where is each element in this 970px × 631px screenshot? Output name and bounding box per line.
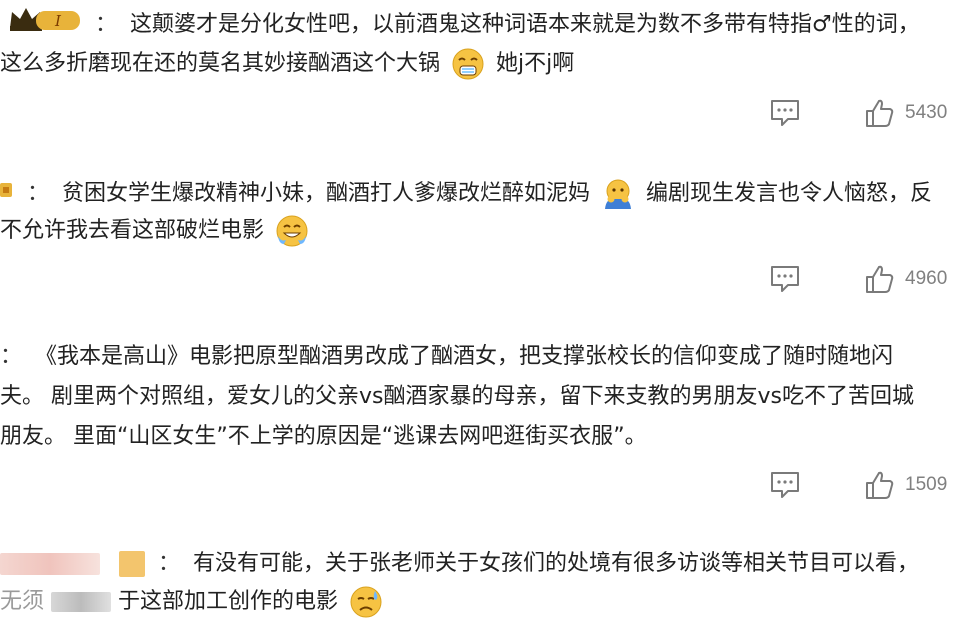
comment-text: 于这部加工创作的电影 — [118, 589, 339, 614]
like-button[interactable]: 4960 — [864, 264, 964, 298]
comment-text: 有没有可能，关于张老师关于女孩们的处境有很多访谈等相关节目可以看， — [193, 551, 920, 576]
comment-2-line-2: 不允许我去看这部破烂电影 — [0, 213, 313, 249]
reply-button[interactable] — [768, 98, 802, 128]
user-badge-crown[interactable]: I — [0, 4, 82, 46]
separator-colon: ： — [158, 551, 181, 576]
comment-3-line-1: ： 《我本是高山》电影把原型酗酒男改成了酗酒女，把支撑张校长的信仰变成了随时随地… — [0, 339, 893, 375]
like-count: 5430 — [905, 102, 948, 123]
comment-text: 不允许我去看这部破烂电影 — [0, 218, 265, 243]
comment-1-line-2: 这么多折磨现在还的莫名其妙接酗酒这个大锅 她j不j啊 — [0, 46, 574, 82]
user-avatar-fragment[interactable] — [119, 551, 145, 577]
comment-1-line-1: I ： 这颠婆才是分化女性吧，以前酒鬼这种词语本来就是为数不多带有特指♂性的词， — [0, 4, 920, 46]
redacted-username[interactable] — [0, 553, 100, 575]
comment-4-line-1: ： 有没有可能，关于张老师关于女孩们的处境有很多访谈等相关节目可以看， — [0, 546, 919, 582]
comment-text: 朋友。 里面“山区女生”不上学的原因是“逃课去网吧逛街买衣服”。 — [0, 424, 647, 449]
comment-text: 这么多折磨现在还的莫名其妙接酗酒这个大锅 — [0, 51, 441, 76]
comment-text: 夫。 剧里两个对照组，爱女儿的父亲vs酗酒家暴的母亲，留下来支教的男朋友vs吃不… — [0, 384, 914, 409]
thumbs-up-icon — [866, 99, 894, 127]
comment-text-tail: 她j不j啊 — [496, 51, 575, 76]
comment-3-line-3: 朋友。 里面“山区女生”不上学的原因是“逃课去网吧逛街买衣服”。 — [0, 419, 647, 455]
comment-text: 《我本是高山》电影把原型酗酒男改成了酗酒女，把支撑张校长的信仰变成了随时随地闪 — [35, 344, 894, 369]
sad-sweat-emoji-icon — [349, 585, 383, 619]
comment-1-actions: 5430 — [0, 98, 970, 132]
thumbs-up-icon — [866, 265, 894, 293]
sweat-smile-emoji-icon — [275, 214, 309, 248]
smirk-emoji-icon — [451, 47, 485, 81]
comment-2-line-1: ： 贫困女学生爆改精神小妹，酗酒打人爹爆改烂醉如泥妈 编剧现生发言也令人恼怒，反 — [0, 173, 932, 215]
redacted-text — [51, 592, 112, 612]
separator-colon: ： — [0, 344, 23, 369]
comment-bubble-icon — [771, 100, 799, 126]
comment-text-prefix: 无须 — [0, 589, 45, 614]
user-avatar-fragment[interactable] — [0, 173, 14, 215]
comment-bubble-icon — [771, 472, 799, 498]
comment-bubble-icon — [771, 266, 799, 292]
comment-3-line-2: 夫。 剧里两个对照组，爱女儿的父亲vs酗酒家暴的母亲，留下来支教的男朋友vs吃不… — [0, 379, 914, 415]
svg-text:I: I — [54, 12, 62, 30]
comment-2-actions: 4960 — [0, 264, 970, 298]
comment-text: 这颠婆才是分化女性吧，以前酒鬼这种词语本来就是为数不多带有特指♂性的词， — [130, 12, 920, 37]
like-count: 4960 — [905, 268, 948, 289]
reply-button[interactable] — [768, 264, 802, 294]
like-button[interactable]: 1509 — [864, 470, 964, 504]
facepalm-emoji-icon — [601, 177, 635, 211]
comment-text-tail: 编剧现生发言也令人恼怒，反 — [646, 181, 933, 206]
comment-3-actions: 1509 — [0, 470, 970, 504]
like-count: 1509 — [905, 474, 948, 495]
comment-text: 贫困女学生爆改精神小妹，酗酒打人爹爆改烂醉如泥妈 — [62, 181, 591, 206]
separator-colon: ： — [27, 181, 50, 206]
thumbs-up-icon — [866, 471, 894, 499]
reply-button[interactable] — [768, 470, 802, 500]
comment-4-line-2: 无须 于这部加工创作的电影 — [0, 584, 387, 620]
separator-colon: ： — [95, 12, 118, 37]
like-button[interactable]: 5430 — [864, 98, 964, 132]
